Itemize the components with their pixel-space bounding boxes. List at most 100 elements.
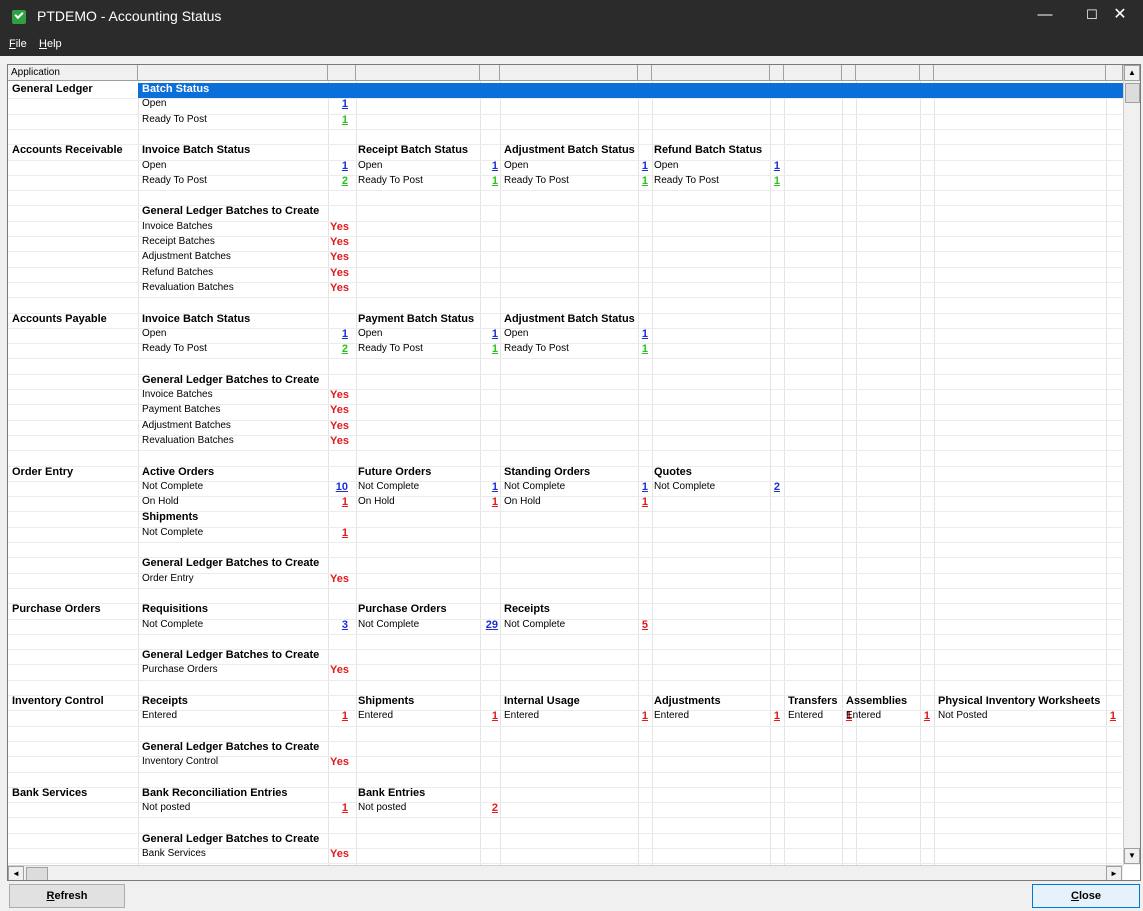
status-count-link[interactable]: 3 [328,619,348,631]
horizontal-scrollbar[interactable]: ◄ ► [8,865,1123,880]
column-header-blank[interactable] [770,65,784,81]
grid-row-line [8,817,1122,819]
column-header-blank[interactable] [356,65,480,81]
status-label: Adjustment Batches [142,251,231,263]
status-label: Ready To Post [358,343,423,355]
gl-batch-flag: Yes [330,572,349,585]
column-header-blank[interactable] [328,65,356,81]
column-header-blank[interactable] [934,65,1106,81]
status-count-link[interactable]: 2 [760,481,780,493]
menu-file[interactable]: File [9,38,27,50]
status-count-link[interactable]: 1 [628,496,648,508]
status-label: Open [504,327,529,339]
status-count-link[interactable]: 1 [328,98,348,110]
grid-row-line [8,587,1122,589]
status-count-link[interactable]: 1 [760,160,780,172]
status-count-link[interactable]: 1 [478,481,498,493]
grid-column-line [138,81,139,866]
close-label: lose [1078,890,1101,902]
refresh-button[interactable]: Refresh [9,884,125,908]
status-label: Ready To Post [142,174,207,186]
grid-row-line [8,98,1122,100]
status-count-link[interactable]: 1 [328,802,348,814]
vertical-scroll-thumb[interactable] [1125,83,1140,103]
status-count-link[interactable]: 2 [328,175,348,187]
vertical-scrollbar[interactable]: ▲ ▼ [1123,65,1140,865]
grid-column-line [480,81,481,866]
status-count-link[interactable]: 2 [478,802,498,814]
status-count-link[interactable]: 10 [328,481,348,493]
menu-help[interactable]: Help [39,38,62,50]
column-header-blank[interactable] [1106,65,1123,81]
column-header-blank[interactable] [138,65,328,81]
column-header-blank[interactable] [638,65,652,81]
status-count-link[interactable]: 1 [328,114,348,126]
status-count-link[interactable]: 1 [628,343,648,355]
status-count-link[interactable]: 1 [1096,710,1116,722]
status-label: Ready To Post [504,343,569,355]
status-count-link[interactable]: 2 [328,343,348,355]
grid-row-line [8,633,1122,635]
section-heading: Bank Reconciliation Entries [142,786,288,799]
status-count-link[interactable]: 1 [478,496,498,508]
scroll-right-button[interactable]: ► [1106,866,1122,880]
status-count-link[interactable]: 1 [628,481,648,493]
status-grid[interactable]: Application Batch Status General Ledger O… [7,64,1141,881]
section-heading: Invoice Batch Status [142,312,251,325]
column-header-blank[interactable] [784,65,842,81]
grid-column-line [638,81,639,866]
column-header-blank[interactable] [480,65,500,81]
status-count-link[interactable]: 1 [628,175,648,187]
status-count-link[interactable]: 1 [328,328,348,340]
status-count-link[interactable]: 1 [478,160,498,172]
grid-column-line [652,81,653,866]
status-label: On Hold [504,496,541,508]
gl-batch-flag: Yes [330,664,349,677]
status-count-link[interactable]: 1 [910,710,930,722]
menu-help-label: elp [46,38,62,50]
scroll-up-button[interactable]: ▲ [1124,65,1140,81]
column-header-blank[interactable] [500,65,638,81]
column-header-blank[interactable] [652,65,770,81]
status-count-link[interactable]: 1 [760,175,780,187]
scroll-down-button[interactable]: ▼ [1124,848,1140,864]
status-count-link[interactable]: 1 [328,710,348,722]
status-count-link[interactable]: 1 [628,328,648,340]
application-name: Accounts Payable [12,312,107,325]
status-count-link[interactable]: 1 [628,710,648,722]
status-count-link[interactable]: 29 [478,619,498,631]
status-label: Order Entry [142,572,194,584]
status-count-link[interactable]: 1 [478,175,498,187]
column-header-blank[interactable] [920,65,934,81]
application-name: Order Entry [12,465,74,478]
section-heading: Adjustments [654,695,721,707]
section-heading: General Ledger Batches to Create [142,832,320,845]
grid-row-line [8,542,1122,543]
menu-help-accel: H [39,38,47,50]
selected-row[interactable] [138,83,1124,98]
status-label: Open [358,327,383,339]
scroll-left-button[interactable]: ◄ [8,866,24,880]
column-header-blank[interactable] [842,65,856,81]
status-count-link[interactable]: 1 [760,710,780,722]
grid-column-line [356,81,357,866]
status-label: Open [142,159,167,171]
column-header-blank[interactable] [856,65,920,81]
minimize-button[interactable]: — [1022,0,1068,30]
grid-row-line [8,771,1122,773]
status-count-link[interactable]: 1 [328,496,348,508]
grid-row-line [8,450,1122,452]
status-count-link[interactable]: 5 [628,619,648,631]
close-window-button[interactable]: ✕ [1097,0,1143,30]
horizontal-scroll-thumb[interactable] [26,867,48,880]
status-count-link[interactable]: 1 [328,527,348,539]
status-count-link[interactable]: 1 [478,343,498,355]
status-label: Not Complete [358,480,420,492]
column-header-application[interactable]: Application [8,65,138,81]
application-name: Inventory Control [12,695,104,707]
status-count-link[interactable]: 1 [478,328,498,340]
status-count-link[interactable]: 1 [628,160,648,172]
status-count-link[interactable]: 1 [478,710,498,722]
close-button[interactable]: Close [1032,884,1140,908]
status-count-link[interactable]: 1 [328,160,348,172]
